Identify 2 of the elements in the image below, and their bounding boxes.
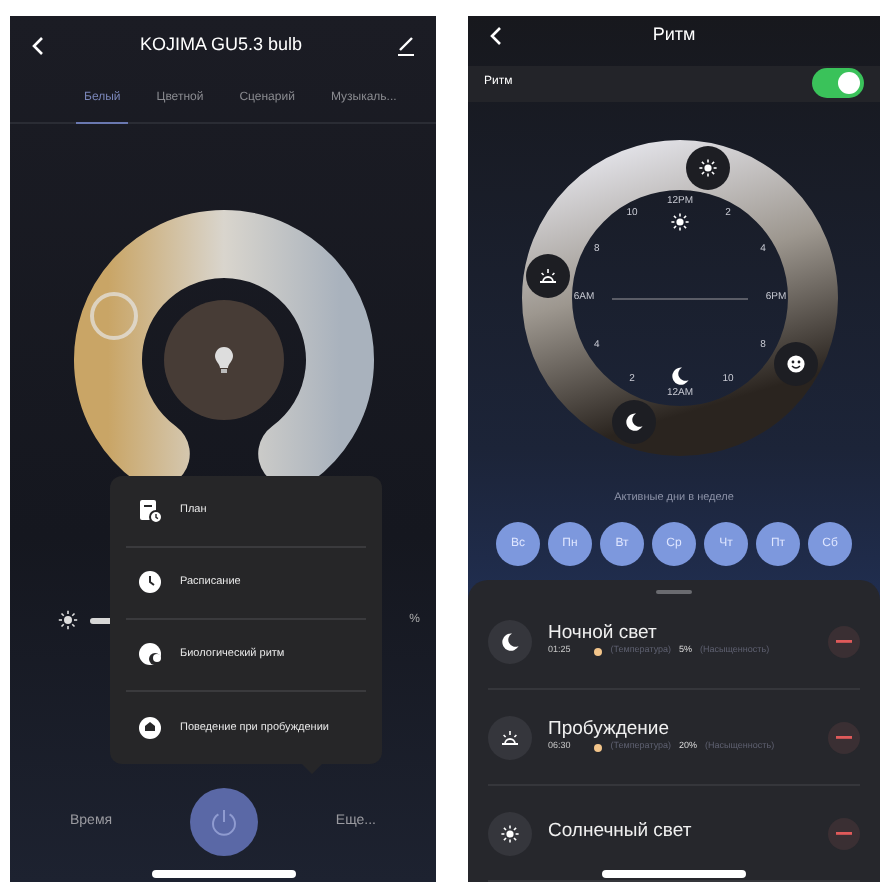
screen-title: KOJIMA GU5.3 bulb bbox=[139, 32, 303, 59]
screen-title: Ритм bbox=[652, 21, 696, 48]
